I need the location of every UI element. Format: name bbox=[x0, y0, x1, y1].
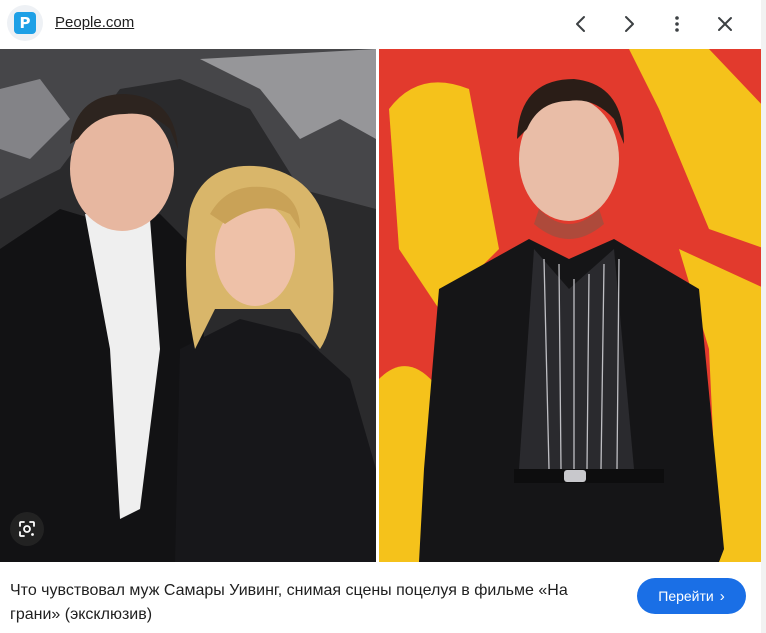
viewer-header: P People.com bbox=[0, 0, 766, 48]
chevron-left-icon bbox=[576, 16, 585, 32]
people-logo-icon: P bbox=[14, 12, 36, 34]
close-icon bbox=[718, 17, 732, 31]
photo-couple bbox=[0, 49, 376, 562]
visit-button-label: Перейти bbox=[658, 588, 714, 604]
next-button[interactable] bbox=[611, 6, 647, 42]
scrollbar[interactable] bbox=[761, 0, 766, 633]
visit-button[interactable]: Перейти › bbox=[637, 578, 746, 614]
chevron-right-icon: › bbox=[719, 587, 725, 605]
close-button[interactable] bbox=[707, 6, 743, 42]
previous-button[interactable] bbox=[563, 6, 599, 42]
chevron-right-icon bbox=[625, 16, 634, 32]
google-lens-icon bbox=[19, 521, 35, 537]
image-title[interactable]: Что чувствовал муж Самары Уивинг, снимая… bbox=[10, 579, 610, 627]
more-vert-icon bbox=[675, 16, 679, 32]
photo-man bbox=[379, 49, 766, 562]
preview-image[interactable] bbox=[0, 49, 766, 562]
source-link[interactable]: People.com bbox=[55, 14, 134, 31]
site-favicon[interactable]: P bbox=[7, 5, 43, 41]
lens-search-button[interactable] bbox=[10, 512, 44, 546]
more-options-button[interactable] bbox=[659, 6, 695, 42]
